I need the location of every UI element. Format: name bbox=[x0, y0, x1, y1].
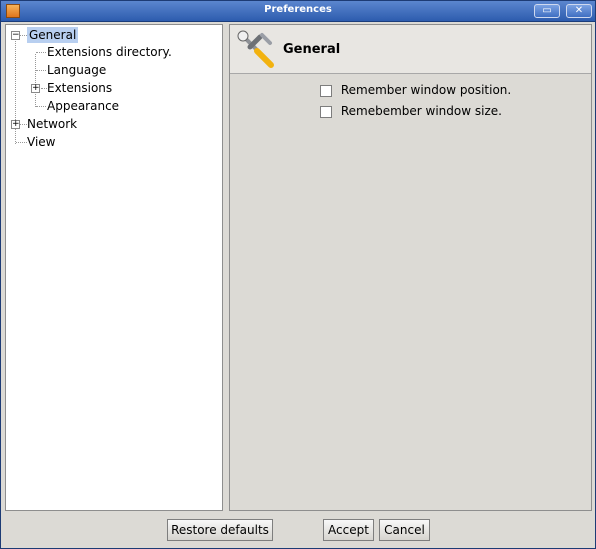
tree-guide-line bbox=[35, 54, 37, 107]
expand-extensions-icon[interactable]: + bbox=[31, 84, 40, 93]
restore-defaults-button[interactable]: Restore defaults bbox=[167, 519, 273, 541]
tree-item-network[interactable]: Network bbox=[27, 116, 77, 132]
accept-button[interactable]: Accept bbox=[323, 519, 374, 541]
tree-connector bbox=[20, 35, 27, 37]
remember-window-size-option[interactable]: Remebember window size. bbox=[320, 104, 502, 118]
window-title: Preferences bbox=[264, 4, 332, 15]
tree-connector bbox=[36, 106, 46, 108]
cancel-button[interactable]: Cancel bbox=[379, 519, 430, 541]
title-bar[interactable]: Preferences ▭ ✕ bbox=[1, 1, 595, 22]
remember-window-position-label: Remember window position. bbox=[340, 83, 512, 97]
tree-connector bbox=[36, 70, 46, 72]
remember-window-size-checkbox[interactable] bbox=[320, 105, 332, 118]
tree-item-appearance[interactable]: Appearance bbox=[47, 98, 119, 114]
remember-window-position-checkbox[interactable] bbox=[320, 84, 332, 97]
tree-item-extensions[interactable]: Extensions bbox=[47, 80, 112, 96]
tree-connector bbox=[36, 52, 46, 54]
remember-window-position-option[interactable]: Remember window position. bbox=[320, 83, 511, 97]
tree-item-language[interactable]: Language bbox=[47, 62, 106, 78]
tree-item-general[interactable]: General bbox=[27, 27, 79, 43]
tree-connector bbox=[20, 124, 27, 126]
settings-panel: General Remember window position. Remebe… bbox=[229, 24, 592, 511]
tree-item-view[interactable]: View bbox=[27, 134, 55, 150]
dialog-button-bar: Restore defaults Accept Cancel bbox=[1, 511, 595, 548]
settings-page-title: General bbox=[283, 42, 341, 57]
tools-icon bbox=[237, 30, 274, 68]
expand-network-icon[interactable]: + bbox=[11, 120, 20, 129]
settings-header: General bbox=[230, 25, 591, 74]
tree-item-extensions-directory[interactable]: Extensions directory. bbox=[47, 44, 172, 60]
close-button[interactable]: ✕ bbox=[566, 4, 592, 18]
preferences-window: Preferences ▭ ✕ − General Extensions dir… bbox=[0, 0, 596, 549]
collapse-general-icon[interactable]: − bbox=[11, 31, 20, 40]
tree-connector bbox=[16, 142, 27, 144]
remember-window-size-label: Remebember window size. bbox=[340, 104, 502, 118]
minimize-button[interactable]: ▭ bbox=[534, 4, 560, 18]
preferences-tree[interactable]: − General Extensions directory. Language… bbox=[5, 24, 223, 511]
